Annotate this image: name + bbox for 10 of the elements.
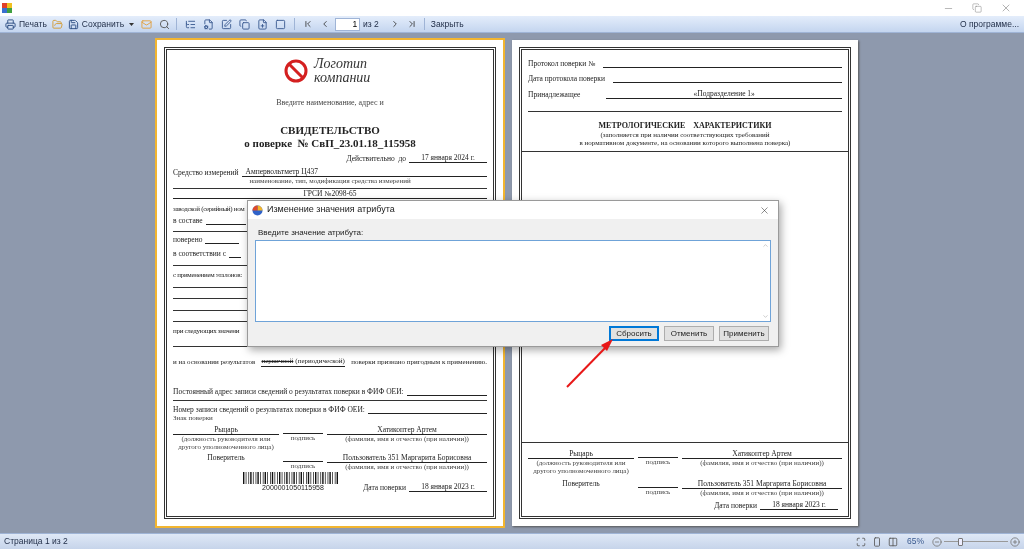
section-heading: МЕТРОЛОГИЧЕСКИЕ ХАРАКТЕРИСТИКИ [597,121,773,131]
page-total: из 2 [363,17,379,31]
document-title: СВИДЕТЕЛЬСТВО [279,124,381,137]
logo-text: Логотип компании [314,57,372,85]
zoom-level: 65% [907,535,924,548]
dialog-title: Изменение значения атрибута [267,203,396,217]
prompt-label: Введите значение атрибута: [258,228,365,238]
page-status: Страница 1 из 2 [4,535,68,548]
organization-hint: Введите наименование, адрес и [275,98,385,108]
document-number: о поверке № СвП_23.01.18_115958 [243,137,417,150]
